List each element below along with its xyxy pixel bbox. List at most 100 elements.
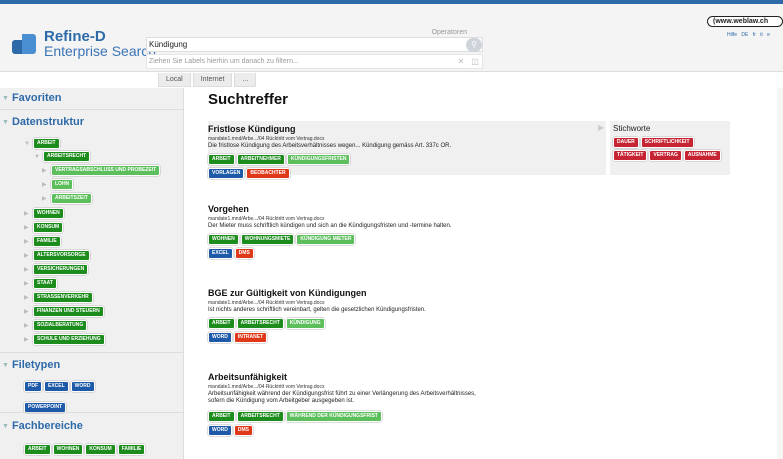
tab-more[interactable]: ... bbox=[234, 73, 257, 87]
section-favoriten[interactable]: ▼ Favoriten bbox=[0, 92, 61, 104]
label-chip[interactable]: ARBEIT bbox=[208, 411, 235, 422]
trash-icon[interactable]: ◫ bbox=[468, 57, 482, 66]
section-fachbereiche[interactable]: ▼ Fachbereiche bbox=[0, 420, 83, 432]
expand-triangle-icon[interactable]: ▶ bbox=[42, 195, 51, 202]
tree-item-finanzen[interactable]: ▶ FINANZEN UND STEUERN bbox=[24, 306, 104, 317]
tab-local[interactable]: Local bbox=[158, 73, 191, 87]
filetype-word[interactable]: WORD bbox=[70, 381, 95, 392]
result-title[interactable]: Arbeitsunfähigkeit bbox=[208, 372, 606, 382]
keyword-chip[interactable]: TÄTIGKEIT bbox=[613, 150, 648, 161]
clear-icon[interactable]: ✕ bbox=[454, 57, 468, 66]
expand-triangle-icon[interactable]: ▼ bbox=[24, 141, 33, 147]
label-chip[interactable]: INTRANET bbox=[233, 332, 268, 343]
keyword-chip[interactable]: DAUER bbox=[613, 137, 639, 148]
label-chip[interactable]: VORLAGEN bbox=[208, 168, 245, 179]
expand-triangle-icon[interactable]: ▶ bbox=[24, 308, 33, 315]
expand-triangle-icon[interactable]: ▶ bbox=[42, 181, 51, 188]
label-chip[interactable]: EXCEL bbox=[208, 248, 233, 259]
keyword-chip[interactable]: VERTRAG bbox=[649, 150, 682, 161]
label-chip[interactable]: SCHULE UND ERZIEHUNG bbox=[33, 334, 105, 345]
label-chip[interactable]: WOHNUNGSMIETE bbox=[240, 234, 295, 245]
result-item[interactable]: BGE zur Gültigkeit von Kündigungen manda… bbox=[208, 288, 606, 343]
tree-item-strassenverkehr[interactable]: ▶ STRASSENVERKEHR bbox=[24, 292, 93, 303]
search-input[interactable] bbox=[147, 38, 466, 51]
expand-triangle-icon[interactable]: ▼ bbox=[34, 154, 43, 160]
label-chip[interactable]: WORD bbox=[208, 425, 232, 436]
label-chip[interactable]: DMS bbox=[234, 248, 254, 259]
label-chip[interactable]: WOHNEN bbox=[33, 208, 64, 219]
operators-link[interactable]: Operatoren bbox=[432, 29, 467, 36]
label-chip[interactable]: ARBEITSZEIT bbox=[51, 193, 92, 204]
label-chip[interactable]: KÜNDIGUNG MIETER bbox=[296, 234, 356, 245]
section-filetypen[interactable]: ▼ Filetypen bbox=[0, 359, 60, 371]
result-title[interactable]: Vorgehen bbox=[208, 204, 606, 214]
label-chip[interactable]: FAMILIE bbox=[33, 236, 61, 247]
tree-item-arbeitszeit[interactable]: ▶ ARBEITSZEIT bbox=[42, 193, 92, 204]
fach-familie[interactable]: FAMILIE bbox=[117, 444, 146, 455]
label-chip[interactable]: ARBEITSRECHT bbox=[236, 318, 284, 329]
label-chip[interactable]: KÜNDIGUNGSFRISTEN bbox=[286, 154, 351, 165]
label-chip[interactable]: WORD bbox=[208, 332, 232, 343]
tree-item-sozialberatung[interactable]: ▶ SOZIALBERATUNG bbox=[24, 320, 88, 331]
keyword-chip[interactable]: SCHRIFTLICHKEIT bbox=[640, 137, 694, 148]
label-chip[interactable]: ARBEIT bbox=[208, 318, 235, 329]
expand-triangle-icon[interactable]: ▶ bbox=[24, 238, 33, 245]
result-title[interactable]: BGE zur Gültigkeit von Kündigungen bbox=[208, 288, 606, 298]
keyword-chip[interactable]: AUSNAHME bbox=[683, 150, 721, 161]
label-chip[interactable]: ARBEIT bbox=[208, 154, 235, 165]
label-chip[interactable]: KONSUM bbox=[33, 222, 64, 233]
label-chip[interactable]: ARBEIT bbox=[33, 138, 60, 149]
label-chip[interactable]: VERSICHERUNGEN bbox=[33, 264, 89, 275]
fach-wohnen[interactable]: WOHNEN bbox=[52, 444, 84, 455]
expand-arrow-icon[interactable]: ▶ bbox=[598, 123, 604, 132]
expand-triangle-icon[interactable]: ▶ bbox=[24, 322, 33, 329]
scrollbar[interactable] bbox=[777, 88, 783, 459]
result-item[interactable]: Fristlose Kündigung mandate1.mnd/Arbe...… bbox=[208, 121, 606, 179]
tree-item-familie[interactable]: ▶ FAMILIE bbox=[24, 236, 61, 247]
label-chip[interactable]: LOHN bbox=[51, 179, 74, 190]
lang-en-link[interactable]: e bbox=[767, 32, 770, 38]
label-chip[interactable]: KÜNDIGUNG bbox=[285, 318, 325, 329]
label-chip[interactable]: BEOBACHTER bbox=[246, 168, 290, 179]
result-item[interactable]: Arbeitsunfähigkeit mandate1.mnd/Arbe.../… bbox=[208, 372, 606, 436]
label-chip[interactable]: STAAT bbox=[33, 278, 57, 289]
search-icon[interactable]: ⚲ bbox=[466, 37, 482, 52]
tree-item-vertragsabschluss[interactable]: ▶ VERTRAGSABSCHLUSS UND PROBEZEIT bbox=[42, 165, 161, 176]
tree-item-schule[interactable]: ▶ SCHULE UND ERZIEHUNG bbox=[24, 334, 105, 345]
tree-item-staat[interactable]: ▶ STAAT bbox=[24, 278, 57, 289]
label-chip[interactable]: DMS bbox=[233, 425, 253, 436]
label-chip[interactable]: ARBEITNEHMER bbox=[236, 154, 285, 165]
fach-konsum[interactable]: KONSUM bbox=[85, 444, 116, 455]
label-chip[interactable]: WOHNEN bbox=[208, 234, 239, 245]
tree-item-arbeit[interactable]: ▼ ARBEIT bbox=[24, 138, 60, 149]
label-filter-dropzone[interactable]: Ziehen Sie Labels hierhin um danach zu f… bbox=[146, 54, 483, 69]
expand-triangle-icon[interactable]: ▶ bbox=[24, 224, 33, 231]
expand-triangle-icon[interactable]: ▶ bbox=[24, 252, 33, 259]
result-title[interactable]: Fristlose Kündigung bbox=[208, 124, 606, 134]
tree-item-arbeitsrecht[interactable]: ▼ ARBEITSRECHT bbox=[34, 151, 91, 162]
lang-it-link[interactable]: it bbox=[760, 32, 763, 38]
label-chip[interactable]: ARBEITSRECHT bbox=[43, 151, 91, 162]
expand-triangle-icon[interactable]: ▶ bbox=[24, 336, 33, 343]
section-datenstruktur[interactable]: ▼ Datenstruktur bbox=[0, 116, 84, 128]
filetype-excel[interactable]: EXCEL bbox=[44, 381, 69, 392]
tree-item-lohn[interactable]: ▶ LOHN bbox=[42, 179, 74, 190]
result-item[interactable]: Vorgehen mandate1.mnd/Arbe.../04 Rücktri… bbox=[208, 204, 606, 259]
help-link[interactable]: Hilfe bbox=[727, 32, 737, 38]
filetype-pdf[interactable]: PDF bbox=[24, 381, 42, 392]
label-chip[interactable]: ALTERSVORSORGE bbox=[33, 250, 90, 261]
tree-item-versicherungen[interactable]: ▶ VERSICHERUNGEN bbox=[24, 264, 89, 275]
brand-link[interactable]: (www.weblaw.ch bbox=[707, 16, 783, 27]
expand-triangle-icon[interactable]: ▶ bbox=[42, 167, 51, 174]
label-chip[interactable]: FINANZEN UND STEUERN bbox=[33, 306, 104, 317]
label-chip[interactable]: VERTRAGSABSCHLUSS UND PROBEZEIT bbox=[51, 165, 161, 176]
label-chip[interactable]: STRASSENVERKEHR bbox=[33, 292, 93, 303]
lang-de-link[interactable]: DE bbox=[741, 32, 748, 38]
label-chip[interactable]: SOZIALBERATUNG bbox=[33, 320, 88, 331]
expand-triangle-icon[interactable]: ▶ bbox=[24, 294, 33, 301]
tab-internet[interactable]: Internet bbox=[192, 73, 233, 87]
tree-item-wohnen[interactable]: ▶ WOHNEN bbox=[24, 208, 64, 219]
tree-item-konsum[interactable]: ▶ KONSUM bbox=[24, 222, 64, 233]
label-chip[interactable]: ARBEITSRECHT bbox=[236, 411, 284, 422]
label-chip[interactable]: WÄHREND DER KÜNDIGUNGSFRIST bbox=[285, 411, 382, 422]
